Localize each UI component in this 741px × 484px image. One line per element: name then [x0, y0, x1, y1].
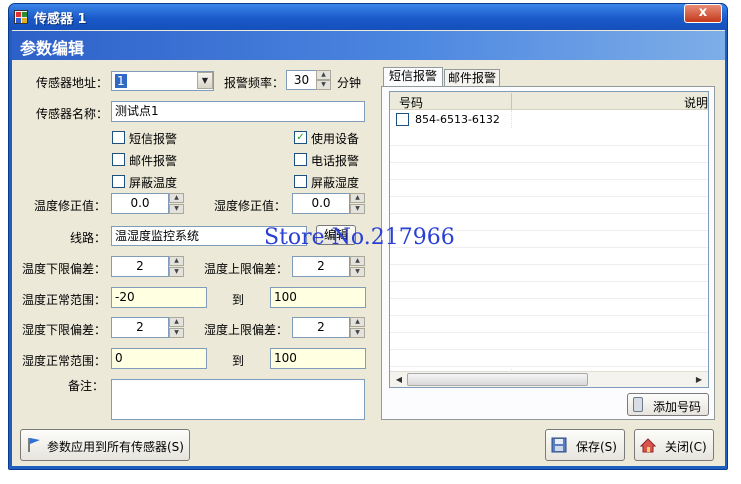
mask-temperature-checkbox[interactable] [112, 175, 125, 188]
use-device-label: 使用设备 [311, 132, 360, 146]
scroll-left-icon[interactable]: ◀ [392, 373, 406, 387]
spin-down-icon[interactable]: ▼ [169, 267, 184, 277]
spin-down-icon[interactable]: ▼ [169, 204, 184, 214]
phone-number-cell: 854-6513-6132 [415, 113, 500, 126]
alarm-frequency-unit: 分钟 [337, 76, 362, 90]
scroll-thumb[interactable] [407, 373, 588, 386]
section-title: 参数编辑 [20, 39, 85, 58]
spin-down-icon[interactable]: ▼ [169, 328, 184, 338]
phone-alarm-checkbox[interactable] [294, 153, 307, 166]
email-alarm-checkbox[interactable] [112, 153, 125, 166]
add-number-label: 添加号码 [653, 400, 702, 414]
spin-up-icon[interactable]: ▲ [350, 193, 365, 203]
temp-low-dev-input[interactable]: 2 [111, 256, 169, 277]
checkbox-mark: ✓ [296, 132, 305, 143]
window-title: 传感器 1 [34, 12, 87, 27]
phone-list-header [390, 92, 708, 110]
spin-down-icon[interactable]: ▼ [350, 328, 365, 338]
save-label: 保存(S) [576, 440, 617, 454]
horizontal-scrollbar[interactable]: ◀ ▶ [390, 371, 708, 387]
sms-alarm-checkbox[interactable] [112, 131, 125, 144]
sensor-name-label: 传感器名称： [35, 107, 108, 121]
tab-sms-alarm[interactable]: 短信报警 [383, 67, 443, 86]
alarm-frequency-input[interactable]: 30 [286, 70, 317, 90]
humid-range-to-label: 到 [232, 354, 245, 368]
line-label: 线路： [69, 231, 106, 245]
alarm-frequency-label: 报警频率： [223, 76, 284, 90]
mask-humidity-checkbox[interactable] [294, 175, 307, 188]
mask-humidity-label: 屏蔽湿度 [311, 176, 360, 190]
spin-up-icon[interactable]: ▲ [350, 317, 365, 327]
temp-high-dev-label: 温度上限偏差： [203, 262, 288, 276]
remark-label: 备注： [67, 379, 104, 393]
add-number-button[interactable]: 添加号码 [627, 393, 709, 416]
door-exit-icon [639, 437, 657, 453]
temp-correction-label: 温度修正值： [33, 199, 106, 213]
address-selected-value: 1 [115, 74, 127, 88]
phone-icon [633, 397, 643, 412]
humid-correction-input[interactable]: 0.0 [292, 193, 350, 214]
phone-alarm-label: 电话报警 [311, 154, 360, 168]
humid-range-min-input[interactable]: 0 [111, 348, 207, 369]
spin-up-icon[interactable]: ▲ [350, 256, 365, 266]
dropdown-arrow-icon[interactable]: ▼ [197, 72, 213, 89]
column-divider [511, 93, 512, 109]
temp-range-to-label: 到 [232, 293, 245, 307]
sms-alarm-label: 短信报警 [129, 132, 178, 146]
temp-range-max-input[interactable]: 100 [270, 287, 366, 308]
humid-range-label: 湿度正常范围： [21, 354, 106, 368]
flag-icon [27, 437, 41, 453]
temp-low-dev-label: 温度下限偏差： [21, 262, 106, 276]
use-device-checkbox[interactable]: ✓ [294, 131, 307, 144]
scroll-right-icon[interactable]: ▶ [692, 373, 706, 387]
remark-textarea[interactable] [111, 379, 365, 420]
email-alarm-label: 邮件报警 [129, 154, 178, 168]
spin-down-icon[interactable]: ▼ [316, 80, 331, 90]
spin-up-icon[interactable]: ▲ [316, 70, 331, 80]
humid-correction-label: 湿度修正值： [213, 199, 286, 213]
spin-down-icon[interactable]: ▼ [350, 204, 365, 214]
column-header-number[interactable]: 号码 [399, 94, 423, 111]
apply-to-all-button[interactable]: 参数应用到所有传感器(S) [20, 429, 190, 461]
spin-up-icon[interactable]: ▲ [169, 193, 184, 203]
temp-high-dev-input[interactable]: 2 [292, 256, 350, 277]
table-row[interactable]: 854-6513-6132 [390, 111, 708, 129]
address-label: 传感器地址： [35, 76, 108, 90]
spin-down-icon[interactable]: ▼ [350, 267, 365, 277]
header-band [12, 31, 725, 60]
temp-correction-input[interactable]: 0.0 [111, 193, 169, 214]
humid-range-max-input[interactable]: 100 [270, 348, 366, 369]
temp-range-min-input[interactable]: -20 [111, 287, 207, 308]
sensor-name-input[interactable]: 测试点1 [111, 101, 365, 122]
humid-low-dev-input[interactable]: 2 [111, 317, 169, 338]
humid-high-dev-input[interactable]: 2 [292, 317, 350, 338]
spin-up-icon[interactable]: ▲ [169, 317, 184, 327]
apply-to-all-label: 参数应用到所有传感器(S) [47, 440, 184, 454]
humid-low-dev-label: 湿度下限偏差： [21, 323, 106, 337]
column-header-note[interactable]: 说明 [684, 94, 708, 111]
window-close-button[interactable]: x [684, 4, 722, 23]
spin-up-icon[interactable]: ▲ [169, 256, 184, 266]
close-label: 关闭(C) [665, 440, 707, 454]
floppy-disk-icon [551, 437, 567, 453]
row-checkbox[interactable] [396, 113, 409, 126]
temp-range-label: 温度正常范围： [21, 293, 106, 307]
app-icon [14, 10, 28, 24]
tab-email-alarm[interactable]: 邮件报警 [444, 69, 500, 86]
mask-temperature-label: 屏蔽温度 [129, 176, 178, 190]
save-button[interactable]: 保存(S) [545, 429, 625, 461]
title-bar[interactable] [9, 4, 727, 30]
close-button[interactable]: 关闭(C) [634, 429, 714, 461]
humid-high-dev-label: 湿度上限偏差： [203, 323, 288, 337]
store-watermark: Store No.217966 [264, 225, 455, 250]
